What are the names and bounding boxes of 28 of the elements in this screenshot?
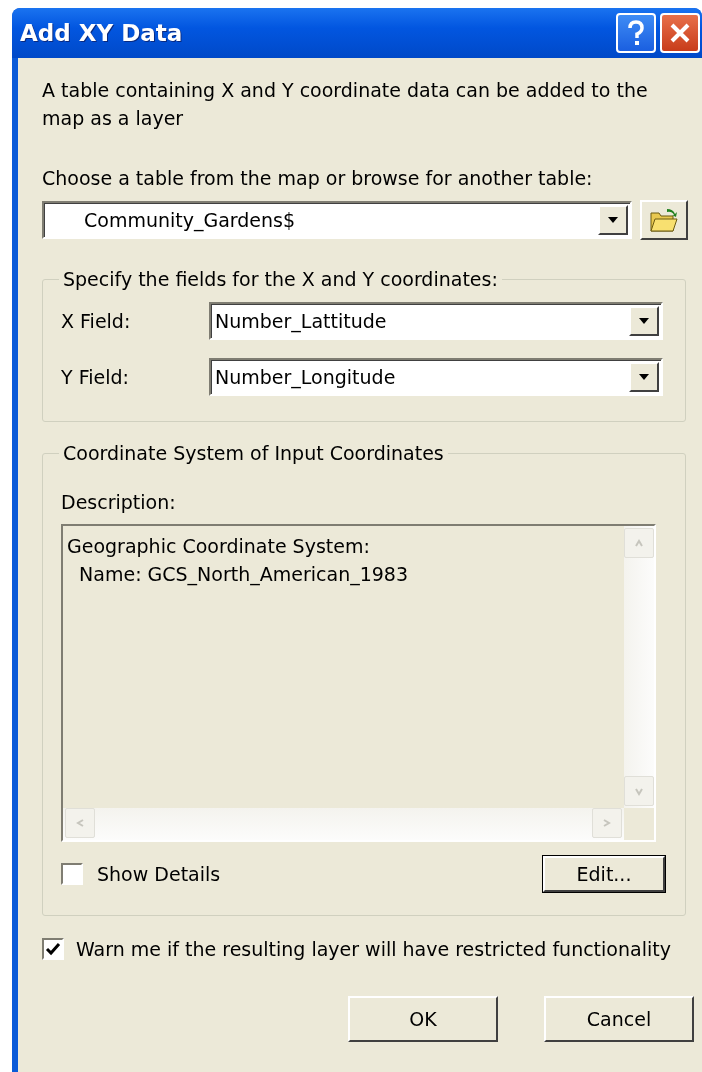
close-icon bbox=[668, 21, 692, 45]
warn-checkbox[interactable] bbox=[42, 938, 64, 960]
field-dropdown[interactable]: Number_Longitude bbox=[209, 358, 663, 396]
table-prompt: Choose a table from the map or browse for another table: bbox=[42, 166, 594, 191]
description-box[interactable]: Geographic Coordinate System: Name: GCS_North_American_1983 bbox=[61, 524, 656, 842]
window-title: Add XY Data bbox=[20, 20, 183, 46]
intro-text: A table containing X and Y coordinate data can be added to the map as a layer bbox=[42, 78, 649, 131]
browse-button[interactable] bbox=[640, 200, 688, 240]
field-label: Y Field: bbox=[61, 366, 130, 388]
checkbox-label: Show Details bbox=[97, 863, 221, 885]
group-title: Coordinate System of Input Coordinates bbox=[62, 442, 445, 464]
checkmark-icon bbox=[45, 941, 61, 957]
group-title: Specify the fields for the X and Y coordinates: bbox=[62, 268, 499, 290]
close-button[interactable] bbox=[660, 13, 700, 53]
dialog-button[interactable]: Cancel bbox=[544, 996, 694, 1042]
help-icon bbox=[626, 19, 646, 47]
edit-button[interactable]: Edit... bbox=[543, 856, 665, 892]
field-dropdown[interactable]: Number_Lattitude bbox=[209, 302, 663, 340]
description-line: Name: GCS_North_American_1983 bbox=[78, 562, 410, 588]
dialog-button[interactable]: OK bbox=[348, 996, 498, 1042]
folder-icon bbox=[649, 207, 679, 233]
help-button[interactable] bbox=[616, 13, 656, 53]
checkbox-label: Warn me if the resulting layer will have restricted functionality bbox=[76, 938, 671, 960]
field-label: X Field: bbox=[61, 310, 132, 332]
description-line: Geographic Coordinate System: bbox=[67, 534, 371, 559]
table-dropdown[interactable]: Community_Gardens$ bbox=[42, 201, 632, 239]
show-details-checkbox[interactable] bbox=[61, 863, 83, 885]
description-label: Description: bbox=[61, 490, 177, 515]
